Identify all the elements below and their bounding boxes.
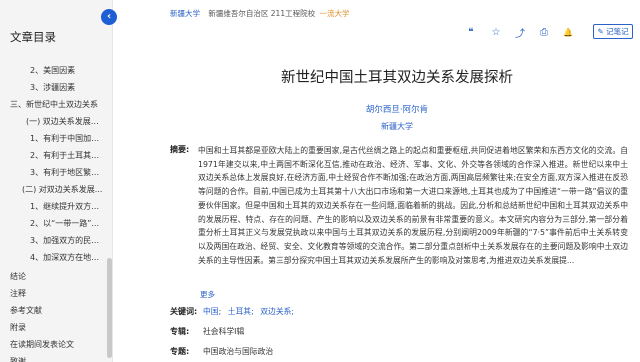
sidebar-scrollbar[interactable] <box>107 258 112 358</box>
toc-item[interactable]: 附录 <box>0 319 112 336</box>
toc-item[interactable]: 注释 <box>0 285 112 302</box>
keywords: 中国; 土耳其; 双边关系; <box>203 306 298 317</box>
topic-label: 专题: <box>170 347 190 356</box>
subject-label: 专辑: <box>170 327 190 336</box>
toc-item[interactable]: 2、以“一带一路”... <box>0 215 112 232</box>
toc-item[interactable]: 3、有利于地区繁荣... <box>0 164 112 181</box>
pencil-icon: ✎ <box>597 27 604 36</box>
toc-item[interactable]: 2、美国因素 <box>0 62 112 79</box>
print-icon[interactable]: ⎙ <box>538 25 550 39</box>
star-icon[interactable]: ☆ <box>490 25 502 39</box>
toc-item[interactable]: 2、有利于土耳其国... <box>0 147 112 164</box>
university-tag: 一流大学 <box>319 9 350 18</box>
keyword-link[interactable]: 中国; <box>203 307 221 316</box>
abstract-label: 摘要: <box>170 145 190 154</box>
toc-title: 文章目录 <box>10 30 56 44</box>
keyword-link[interactable]: 土耳其; <box>228 307 254 316</box>
keywords-label: 关键词: <box>170 307 198 316</box>
toc-item[interactable]: 4、加深双方在地区... <box>0 249 112 266</box>
topic-value: 中国政治与国际政治 <box>203 347 274 356</box>
share-icon[interactable]: ⤴ <box>514 25 526 40</box>
collapse-sidebar-button[interactable]: ‹ <box>101 9 117 25</box>
quote-icon[interactable]: ❝ <box>465 25 477 39</box>
university-info: 新疆维吾尔自治区 211工程院校 <box>208 9 316 18</box>
more-link[interactable]: 更多 <box>200 289 215 300</box>
toc-list: 2、美国因素 3、涉疆因素 三、新世纪中土双边关系 (一) 双边关系发展的... 1、有… <box>0 62 112 362</box>
toc-item[interactable]: 结论 <box>0 268 112 285</box>
bell-icon[interactable]: 🔔 <box>562 25 574 39</box>
author-link[interactable]: 胡尔西旦·阿尔肯 <box>170 103 624 115</box>
toc-item[interactable]: 3、加强双方的民间... <box>0 232 112 249</box>
article-title: 新世纪中国土耳其双边关系发展探析 <box>281 70 513 86</box>
toc-item[interactable]: 三、新世纪中土双边关系 <box>0 96 112 113</box>
toc-item[interactable]: 在读期间发表论文 <box>0 336 112 353</box>
toc-item[interactable]: 1、继续提升双方的... <box>0 198 112 215</box>
toc-item[interactable]: (一) 双边关系发展的... <box>0 113 112 130</box>
toc-item[interactable]: 致谢 <box>0 353 112 362</box>
toc-item[interactable]: 1、有利于中国加快... <box>0 130 112 147</box>
university-link[interactable]: 新疆大学 <box>170 9 200 18</box>
subject-value: 社会科学Ⅰ辑 <box>203 327 245 336</box>
toc-item[interactable]: (二) 对双边关系发展... <box>0 181 112 198</box>
take-note-label: 记笔记 <box>606 27 629 36</box>
chevron-left-icon: ‹ <box>106 11 112 22</box>
sidebar: 文章目录 2、美国因素 3、涉疆因素 三、新世纪中土双边关系 (一) 双边关系发展的.… <box>0 0 113 362</box>
toc-item[interactable]: 参考文献 <box>0 302 112 319</box>
keyword-link[interactable]: 双边关系; <box>260 307 294 316</box>
abstract-text: 中国和土耳其都是亚欧大陆上的重要国家,是古代丝绸之路上的起点和重要枢纽,共同促进… <box>198 146 628 265</box>
organization-link[interactable]: 新疆大学 <box>170 121 624 132</box>
toc-item[interactable]: 3、涉疆因素 <box>0 79 112 96</box>
take-note-button[interactable]: ✎ 记笔记 <box>593 24 633 39</box>
breadcrumb: 新疆大学 新疆维吾尔自治区 211工程院校 一流大学 <box>170 8 349 19</box>
